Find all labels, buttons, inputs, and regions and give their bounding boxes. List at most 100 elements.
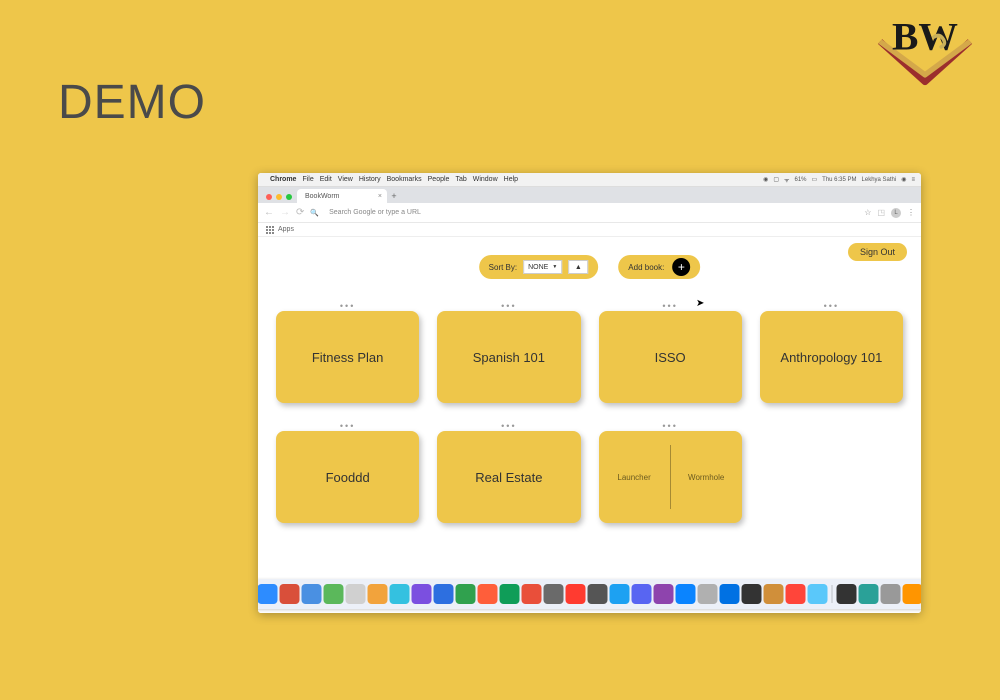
card-title: Fooddd <box>326 470 370 485</box>
dock-app-icon[interactable] <box>301 584 321 604</box>
browser-tab[interactable]: BookWorm × <box>297 189 387 203</box>
book-card[interactable]: Real Estate <box>437 431 580 523</box>
dock-app-icon[interactable] <box>499 584 519 604</box>
bookmarks-bar: Apps <box>258 223 921 237</box>
dock-app-icon[interactable] <box>880 584 900 604</box>
back-icon[interactable]: ← <box>264 207 274 218</box>
dock-app-icon[interactable] <box>587 584 607 604</box>
sign-out-button[interactable]: Sign Out <box>848 243 907 261</box>
dock-app-icon[interactable] <box>741 584 761 604</box>
dock-app-icon[interactable] <box>543 584 563 604</box>
dock-app-icon[interactable] <box>455 584 475 604</box>
book-card-wrap: •••ISSO <box>599 301 742 403</box>
bookworm-logo: BW <box>870 10 980 100</box>
card-menu-icon[interactable]: ••• <box>662 421 677 431</box>
sort-direction-button[interactable]: ▲ <box>568 260 588 274</box>
dock-app-icon[interactable] <box>279 584 299 604</box>
svg-text:BW: BW <box>892 15 958 59</box>
menu-history[interactable]: History <box>359 176 381 183</box>
slide-title: DEMO <box>58 75 206 130</box>
card-title: Anthropology 101 <box>780 350 882 365</box>
menu-file[interactable]: File <box>302 176 313 183</box>
book-card[interactable]: Anthropology 101 <box>760 311 903 403</box>
siri-icon[interactable]: ◉ <box>901 176 906 183</box>
mac-dock <box>258 579 921 609</box>
card-menu-icon[interactable]: ••• <box>501 421 516 431</box>
status-icon[interactable]: ◉ <box>763 176 768 183</box>
menu-people[interactable]: People <box>428 176 450 183</box>
window-close-icon[interactable] <box>266 194 272 200</box>
window-minimize-icon[interactable] <box>276 194 282 200</box>
card-menu-icon[interactable]: ••• <box>340 301 355 311</box>
book-card-wrap: •••Real Estate <box>437 421 580 523</box>
star-icon[interactable]: ☆ <box>864 208 871 217</box>
omnibox[interactable]: Search Google or type a URL <box>325 209 858 216</box>
dock-app-icon[interactable] <box>858 584 878 604</box>
bookmarks-apps-label[interactable]: Apps <box>278 226 294 233</box>
sort-select[interactable]: NONE▼ <box>523 260 562 274</box>
add-book-label: Add book: <box>628 263 664 272</box>
dock-app-icon[interactable] <box>323 584 343 604</box>
book-card[interactable]: LauncherWormhole <box>599 431 742 523</box>
card-half-right[interactable]: Wormhole <box>671 473 742 482</box>
new-tab-button[interactable]: + <box>387 189 401 203</box>
dock-app-icon[interactable] <box>477 584 497 604</box>
dock-app-icon[interactable] <box>367 584 387 604</box>
dock-app-icon[interactable] <box>836 584 856 604</box>
menu-view[interactable]: View <box>338 176 353 183</box>
menu-tab[interactable]: Tab <box>455 176 466 183</box>
window-zoom-icon[interactable] <box>286 194 292 200</box>
profile-avatar[interactable]: L <box>891 208 901 218</box>
app-viewport: Sign Out Sort By: NONE▼ ▲ Add book: + ➤ … <box>258 237 921 613</box>
menu-edit[interactable]: Edit <box>320 176 332 183</box>
clock[interactable]: Thu 6:35 PM <box>822 177 856 183</box>
reload-icon[interactable]: ⟳ <box>296 207 304 218</box>
menubar-app-name[interactable]: Chrome <box>270 176 296 183</box>
card-title: Fitness Plan <box>312 350 384 365</box>
dock-app-icon[interactable] <box>565 584 585 604</box>
book-card[interactable]: Fooddd <box>276 431 419 523</box>
card-menu-icon[interactable]: ••• <box>340 421 355 431</box>
dock-app-icon[interactable] <box>609 584 629 604</box>
chrome-toolbar: ← → ⟳ 🔍 Search Google or type a URL ☆ ◳ … <box>258 203 921 223</box>
dock-app-icon[interactable] <box>521 584 541 604</box>
search-icon: 🔍 <box>310 209 319 217</box>
card-title: Spanish 101 <box>473 350 545 365</box>
sort-control: Sort By: NONE▼ ▲ <box>479 255 599 279</box>
apps-grid-icon[interactable] <box>266 226 274 234</box>
dock-app-icon[interactable] <box>345 584 365 604</box>
add-book-button[interactable]: + <box>672 258 690 276</box>
book-card[interactable]: Spanish 101 <box>437 311 580 403</box>
dock-app-icon[interactable] <box>631 584 651 604</box>
dock-app-icon[interactable] <box>719 584 739 604</box>
book-card[interactable]: Fitness Plan <box>276 311 419 403</box>
dock-app-icon[interactable] <box>258 584 277 604</box>
dock-app-icon[interactable] <box>389 584 409 604</box>
dock-app-icon[interactable] <box>411 584 431 604</box>
tab-close-icon[interactable]: × <box>378 193 382 200</box>
battery-percent: 61% <box>794 177 806 183</box>
dock-app-icon[interactable] <box>433 584 453 604</box>
dock-app-icon[interactable] <box>902 584 921 604</box>
dock-app-icon[interactable] <box>653 584 673 604</box>
card-menu-icon[interactable]: ••• <box>662 301 677 311</box>
menu-help[interactable]: Help <box>504 176 518 183</box>
menu-window[interactable]: Window <box>473 176 498 183</box>
dock-app-icon[interactable] <box>763 584 783 604</box>
wifi-icon[interactable]: ᯤ <box>784 176 789 184</box>
user-name[interactable]: Lekhya Sathi <box>862 177 897 183</box>
battery-icon[interactable]: ▭ <box>812 176 818 183</box>
chrome-menu-icon[interactable]: ⋮ <box>907 208 915 217</box>
card-menu-icon[interactable]: ••• <box>824 301 839 311</box>
dock-app-icon[interactable] <box>697 584 717 604</box>
dock-app-icon[interactable] <box>785 584 805 604</box>
menu-bookmarks[interactable]: Bookmarks <box>387 176 422 183</box>
dock-app-icon[interactable] <box>675 584 695 604</box>
book-card[interactable]: ISSO <box>599 311 742 403</box>
card-menu-icon[interactable]: ••• <box>501 301 516 311</box>
dock-app-icon[interactable] <box>807 584 827 604</box>
notification-icon[interactable]: ≡ <box>911 177 915 183</box>
card-half-left[interactable]: Launcher <box>599 473 670 482</box>
airplay-icon[interactable]: ▢ <box>773 176 779 183</box>
extension-icon[interactable]: ◳ <box>877 208 885 217</box>
